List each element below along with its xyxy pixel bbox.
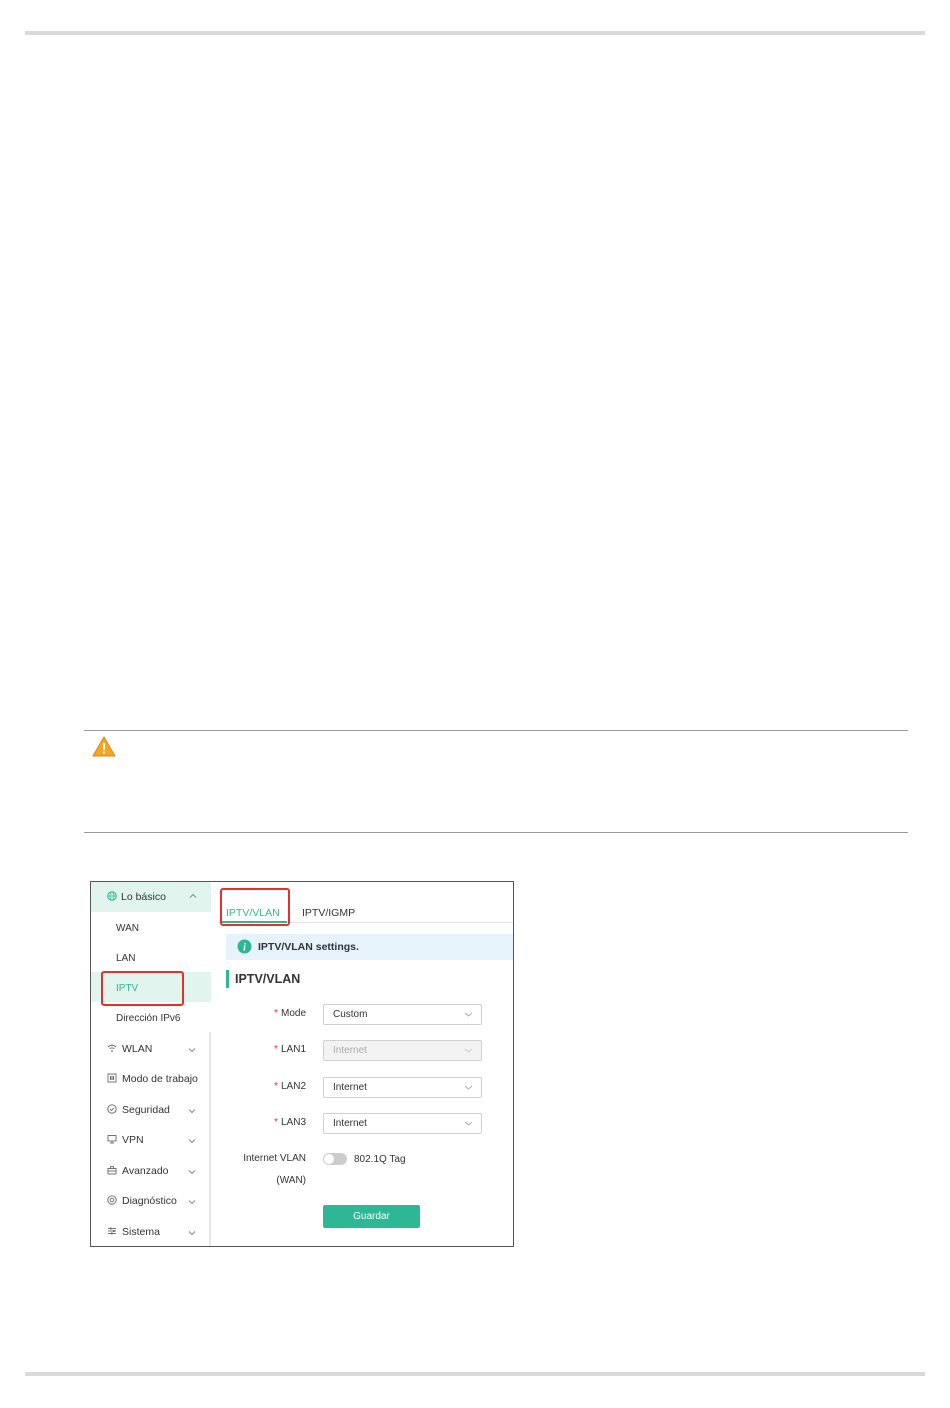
sidebar-item-vpn[interactable]: VPN [107, 1132, 144, 1148]
sidebar-item-lan[interactable]: LAN [116, 953, 135, 964]
internet-vlan-label: Internet VLAN [243, 1153, 306, 1164]
chevron-down-icon [464, 1119, 473, 1131]
warning-bottom-rule [84, 832, 908, 833]
sidebar-item-system[interactable]: Sistema [107, 1224, 160, 1240]
chevron-down-icon [188, 1167, 196, 1179]
lan3-label: * LAN3 [274, 1117, 306, 1128]
section-accent-bar [226, 970, 229, 988]
tab-iptv-igmp[interactable]: IPTV/IGMP [302, 907, 355, 919]
sidebar-item-wan[interactable]: WAN [116, 923, 139, 934]
mode-icon [107, 1073, 117, 1086]
toolbox-icon [107, 1165, 117, 1178]
lan1-label: * LAN1 [274, 1044, 306, 1055]
sidebar-item-work-mode[interactable]: Modo de trabajo [107, 1071, 198, 1087]
sidebar-scrollbar[interactable] [209, 1032, 211, 1246]
info-text: IPTV/VLAN settings. [258, 941, 359, 953]
monitor-icon [107, 1134, 117, 1147]
chevron-down-icon [464, 1046, 473, 1058]
chevron-down-icon [188, 1197, 196, 1209]
sidebar-item-diagnostics[interactable]: Diagnóstico [107, 1193, 177, 1209]
save-button[interactable]: Guardar [323, 1205, 420, 1228]
highlight-iptv-box [101, 971, 184, 1006]
mode-label: * Mode [274, 1008, 306, 1019]
toggle-knob [324, 1154, 334, 1164]
sidebar-group-basic[interactable]: Lo básico [91, 882, 211, 912]
info-icon: i [237, 939, 252, 957]
vlan-tag-toggle[interactable] [323, 1153, 347, 1165]
chevron-down-icon [464, 1083, 473, 1095]
chevron-down-icon [188, 1045, 196, 1057]
diagnostic-icon [107, 1194, 117, 1208]
internet-vlan-wan-label: (WAN) [276, 1175, 306, 1186]
warning-top-rule [84, 730, 908, 731]
vlan-tag-label: 802.1Q Tag [354, 1154, 406, 1165]
chevron-down-icon [188, 1106, 196, 1118]
chevron-down-icon [188, 1136, 196, 1148]
sidebar-item-wlan[interactable]: WLAN [107, 1041, 152, 1057]
warning-icon [92, 736, 116, 762]
lan3-select[interactable]: Internet [323, 1113, 482, 1134]
wifi-icon [107, 1043, 117, 1056]
chevron-up-icon [189, 891, 197, 903]
chevron-down-icon [464, 1010, 473, 1022]
highlight-tab-box [220, 888, 290, 926]
section-title: IPTV/VLAN [235, 972, 301, 986]
info-banner: i IPTV/VLAN settings. [226, 934, 513, 960]
page-bottom-border [25, 1372, 925, 1376]
svg-text:i: i [243, 943, 246, 954]
sidebar-item-ipv6[interactable]: Dirección IPv6 [116, 1013, 180, 1024]
sidebar-group-label: Lo básico [121, 891, 166, 903]
globe-icon [107, 891, 117, 904]
sidebar: Lo básico WAN LAN IPTV Dirección IPv6 WL… [91, 882, 211, 1246]
sidebar-item-security[interactable]: Seguridad [107, 1102, 170, 1118]
sidebar-item-advanced[interactable]: Avanzado [107, 1163, 169, 1179]
main-panel: IPTV/VLAN IPTV/IGMP i IPTV/VLAN settings… [213, 882, 513, 1246]
lan2-select[interactable]: Internet [323, 1077, 482, 1098]
chevron-down-icon [188, 1228, 196, 1240]
lan2-label: * LAN2 [274, 1081, 306, 1092]
lan1-select: Internet [323, 1040, 482, 1061]
page-top-border [25, 31, 925, 35]
mode-select[interactable]: Custom [323, 1004, 482, 1025]
sliders-icon [107, 1226, 117, 1239]
shield-icon [107, 1103, 117, 1117]
router-ui-screenshot: Lo básico WAN LAN IPTV Dirección IPv6 WL… [90, 881, 514, 1247]
